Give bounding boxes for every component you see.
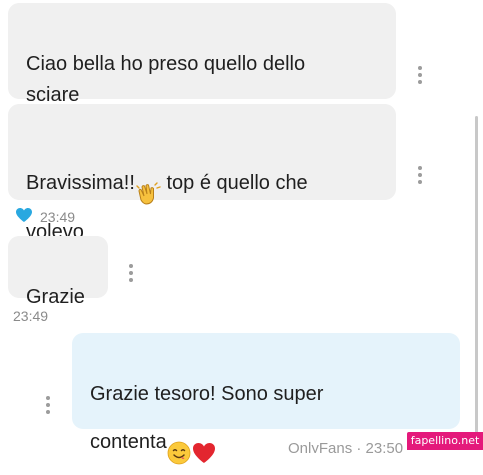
message-options-icon[interactable]: [418, 66, 422, 84]
watermark: fapellino.net: [407, 432, 483, 450]
heart-icon[interactable]: [15, 207, 33, 223]
message-options-icon[interactable]: [418, 166, 422, 184]
outgoing-message-bubble[interactable]: Grazie tesoro! Sono super contenta: [72, 333, 460, 465]
message-text: Ciao bella ho preso quello dello sciare: [26, 53, 306, 106]
message-timestamp: 23:49: [13, 308, 49, 324]
message-timestamp: 23:49: [40, 209, 76, 225]
incoming-message-bubble[interactable]: Ciao bella ho preso quello dello sciare: [8, 3, 396, 106]
clapping-hands-icon: [135, 150, 161, 217]
message-text: Grazie: [26, 286, 85, 308]
footer-text: OnlyFans · 23:50: [288, 440, 404, 453]
smiling-face-icon: [167, 410, 191, 475]
scrollbar-thumb[interactable]: [475, 116, 478, 434]
red-heart-icon: [191, 410, 217, 475]
message-text-start: Bravissima!!: [26, 171, 135, 194]
incoming-message-bubble[interactable]: Grazie: [8, 236, 108, 308]
message-options-icon[interactable]: [129, 264, 133, 282]
incoming-message-bubble[interactable]: Bravissima!! top é quello che volevo: [8, 104, 396, 243]
message-options-icon[interactable]: [46, 396, 50, 414]
